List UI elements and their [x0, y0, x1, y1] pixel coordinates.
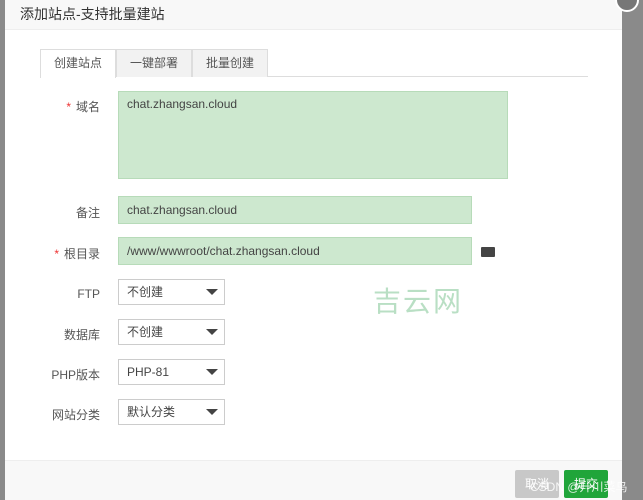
chevron-down-icon: [206, 369, 218, 375]
database-select[interactable]: 不创建: [118, 319, 225, 345]
dialog-title: 添加站点-支持批量建站: [5, 0, 622, 30]
csdn-watermark: CSDN @升川菜鸟: [530, 480, 628, 494]
chevron-down-icon: [206, 409, 218, 415]
ftp-label: FTP: [77, 287, 100, 301]
folder-open-icon[interactable]: [481, 247, 495, 257]
category-value: 默认分类: [127, 405, 176, 419]
domain-label: * 域名: [66, 100, 100, 114]
root-label: * 根目录: [54, 247, 100, 261]
tab-create-site[interactable]: 创建站点: [40, 49, 117, 78]
chevron-down-icon: [206, 289, 218, 295]
database-label: 数据库: [63, 328, 100, 342]
remark-input[interactable]: chat.zhangsan.cloud: [118, 196, 472, 224]
remark-label: 备注: [75, 206, 100, 220]
php-value: PHP-81: [127, 365, 170, 379]
tab-one-click-deploy[interactable]: 一键部署: [116, 49, 193, 77]
php-select[interactable]: PHP-81: [118, 359, 225, 385]
category-select[interactable]: 默认分类: [118, 399, 225, 425]
add-site-dialog: 添加站点-支持批量建站 创建站点 一键部署 批量创建 * 域名 chat.zhan…: [5, 0, 639, 500]
watermark: 吉云网: [373, 286, 464, 317]
tab-batch-create[interactable]: 批量创建: [192, 49, 269, 77]
ftp-select[interactable]: 不创建: [118, 279, 225, 305]
chevron-down-icon: [206, 329, 218, 335]
category-label: 网站分类: [51, 408, 100, 422]
root-dir-input[interactable]: /www/wwwroot/chat.zhangsan.cloud: [118, 237, 472, 265]
domain-textarea[interactable]: chat.zhangsan.cloud: [118, 91, 508, 179]
database-value: 不创建: [127, 325, 164, 339]
tab-bar: 创建站点 一键部署 批量创建: [40, 49, 588, 78]
php-label: PHP版本: [51, 368, 100, 382]
ftp-value: 不创建: [127, 285, 164, 299]
